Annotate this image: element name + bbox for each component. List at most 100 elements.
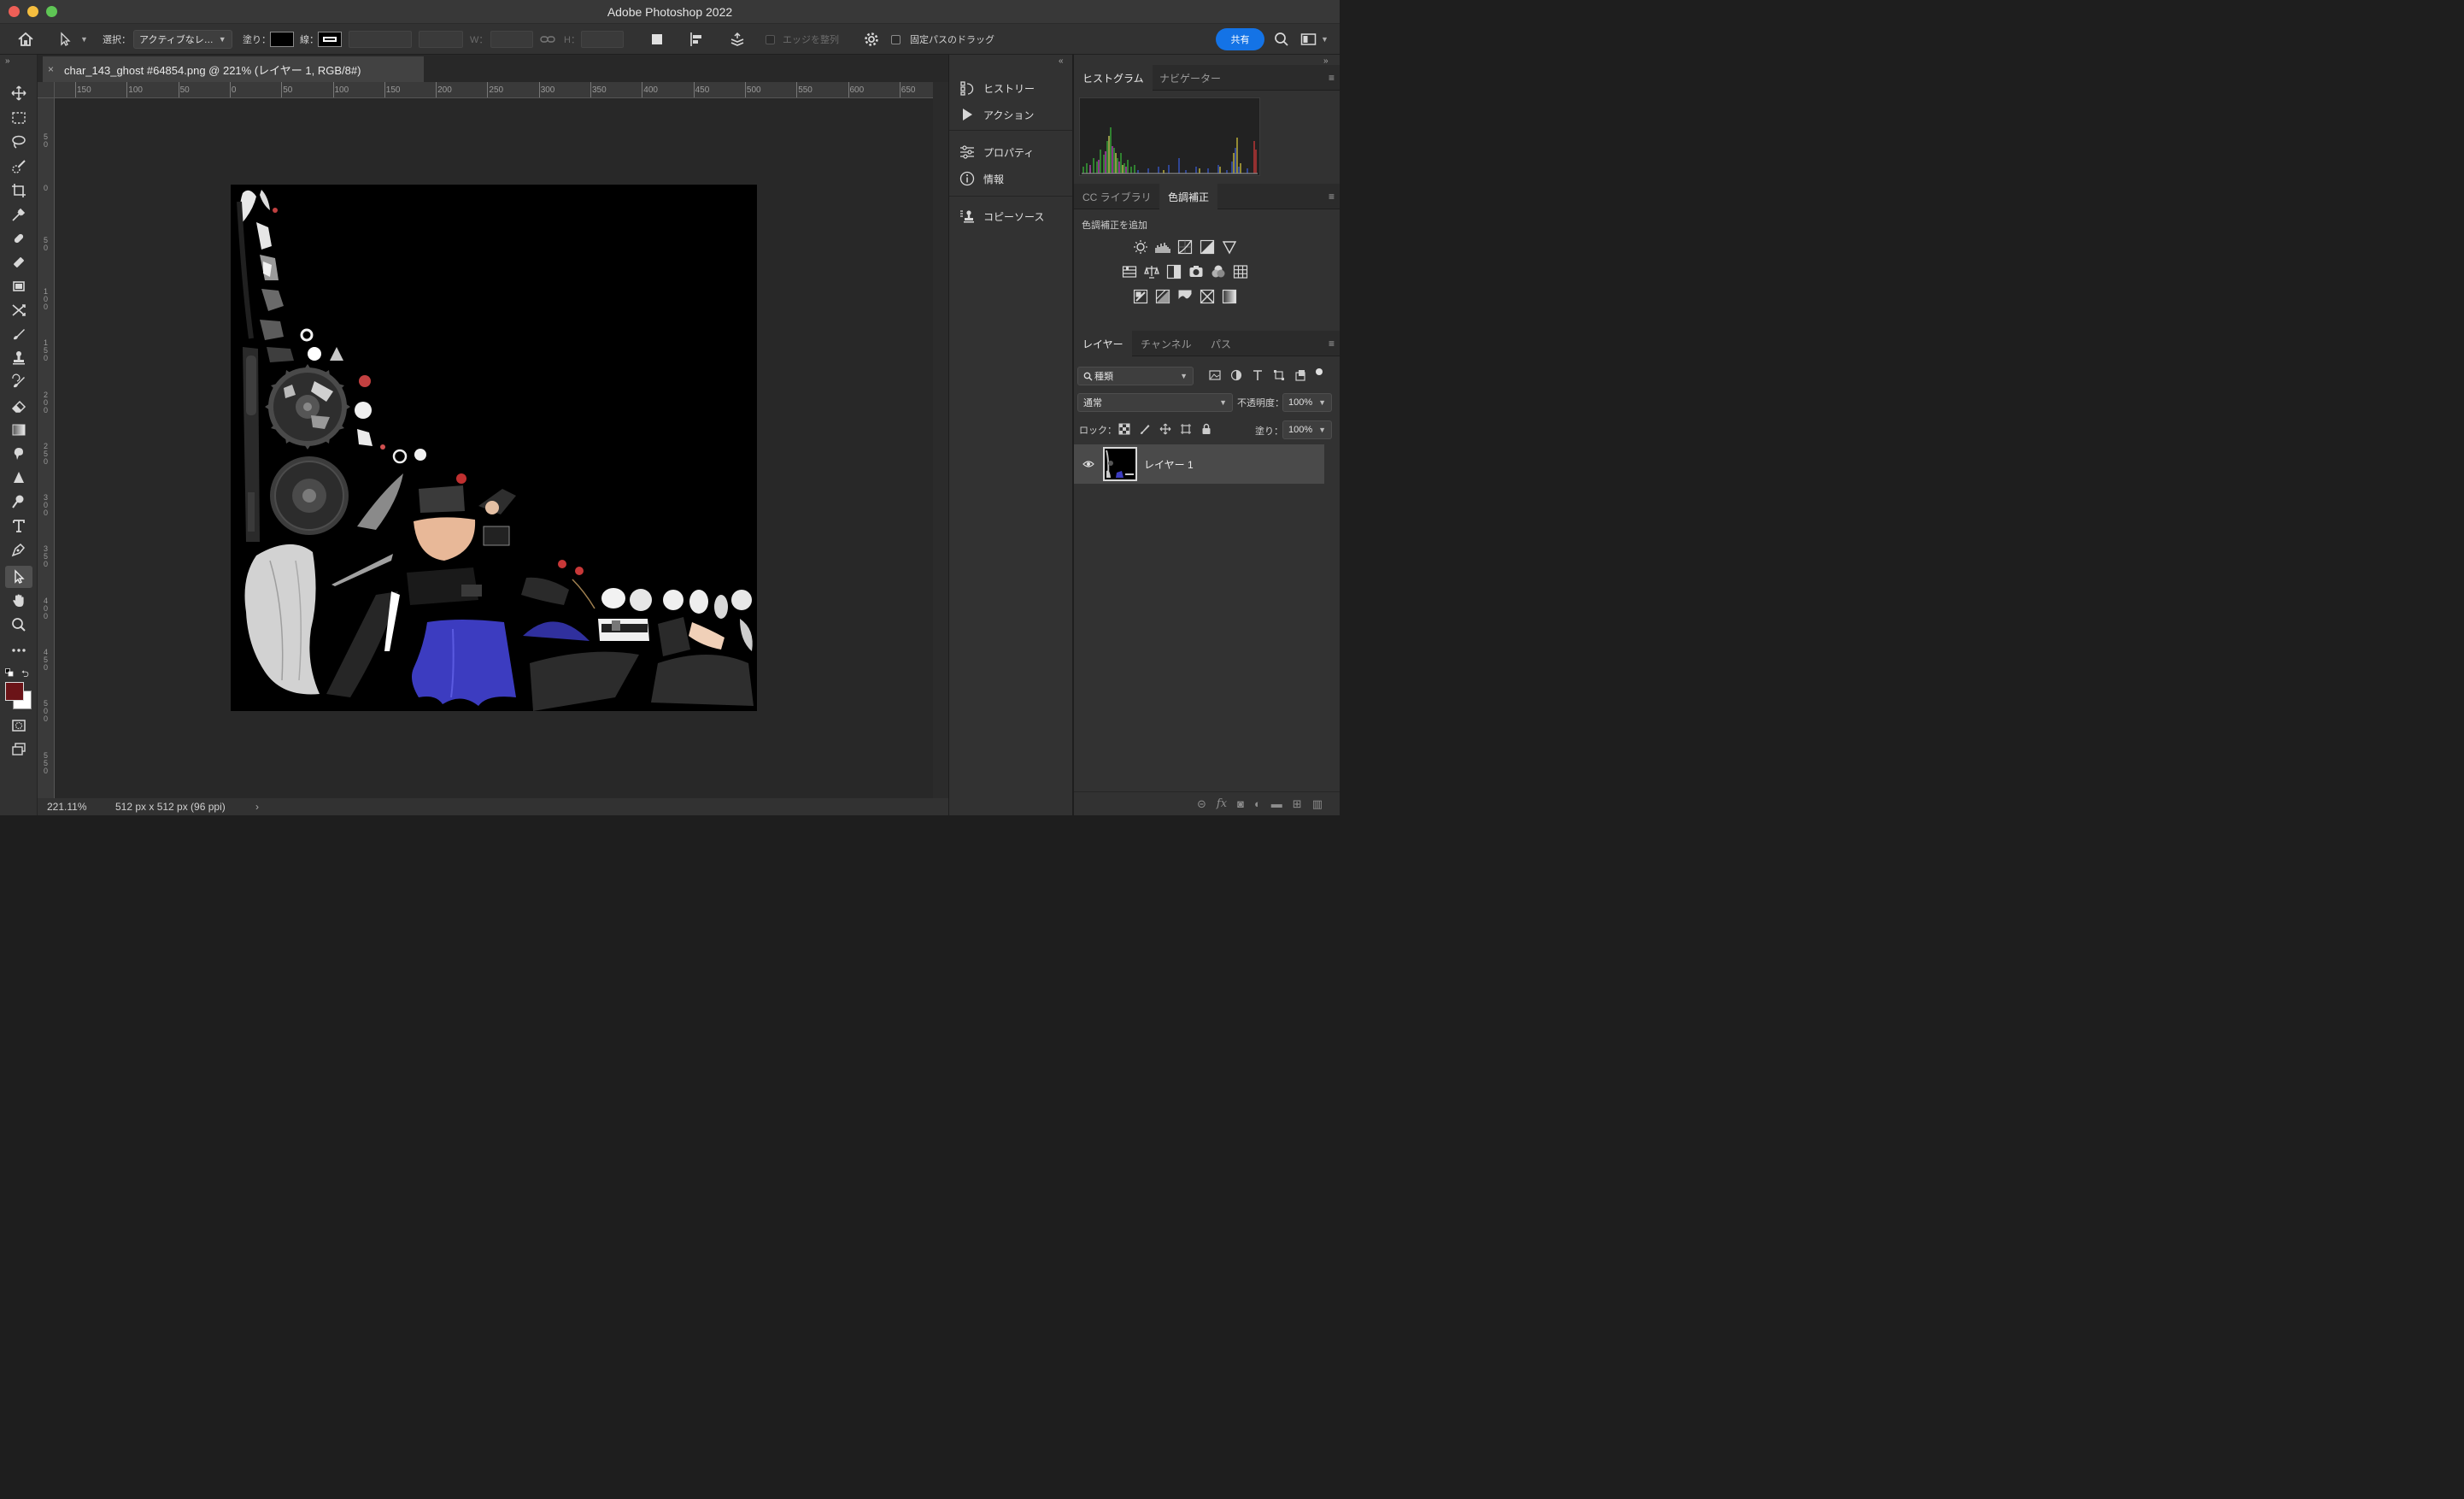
trash-icon[interactable]: ▥ [1312, 797, 1323, 811]
stroke-swatch[interactable] [318, 32, 342, 47]
fixed-path-drag-checkbox[interactable] [891, 34, 901, 44]
path-selection-tool-preset[interactable]: ▼ [58, 24, 88, 55]
eyedropper-tool-icon[interactable] [5, 203, 32, 226]
new-adjustment-layer-icon[interactable]: ◐ [1254, 797, 1261, 810]
canvas-area[interactable] [55, 98, 933, 798]
panel-menu-icon[interactable]: ≡ [1329, 72, 1335, 84]
brush-tool-icon[interactable] [5, 323, 32, 345]
channel-mixer-icon[interactable] [1211, 264, 1226, 279]
horizontal-ruler[interactable]: 150 100 50 0 50 100 150 200 250 300 350 400 450 500 55… [55, 82, 933, 98]
dodge-tool-icon[interactable] [5, 491, 32, 513]
width-input[interactable] [490, 31, 533, 48]
tab-cc-libraries[interactable]: CC ライブラリ [1074, 184, 1160, 209]
lasso-tool-icon[interactable] [5, 131, 32, 153]
eye-icon[interactable] [1082, 460, 1094, 468]
pen-tool-icon[interactable] [5, 538, 32, 561]
close-tab-icon[interactable]: × [48, 63, 54, 75]
curves-icon[interactable] [1177, 239, 1193, 255]
tab-adjustments[interactable]: 色調補正 [1159, 184, 1218, 209]
ruler-origin[interactable] [38, 82, 55, 98]
lock-position-icon[interactable] [1159, 423, 1171, 435]
hand-tool-icon[interactable] [5, 590, 32, 612]
panel-menu-icon[interactable]: ≡ [1329, 191, 1335, 203]
history-panel-button[interactable]: ヒストリー [949, 76, 1072, 100]
clone-stamp-icon[interactable] [5, 347, 32, 369]
hue-saturation-icon[interactable] [1122, 264, 1137, 279]
exposure-icon[interactable] [1200, 239, 1215, 255]
content-aware-move-icon[interactable] [5, 299, 32, 321]
brush-tool-alt-icon[interactable] [5, 251, 32, 273]
threshold-icon[interactable] [1177, 289, 1193, 304]
eraser-tool-icon[interactable] [5, 395, 32, 417]
photo-filter-icon[interactable] [1188, 264, 1204, 279]
layer-thumbnail[interactable] [1103, 447, 1137, 481]
stroke-width-input[interactable] [349, 31, 412, 48]
black-white-icon[interactable] [1166, 264, 1182, 279]
fill-swatch[interactable] [270, 32, 294, 47]
smudge-tool-icon[interactable] [5, 443, 32, 465]
spot-healing-brush-icon[interactable] [5, 227, 32, 250]
document-tab[interactable]: × char_143_ghost #64854.png @ 221% (レイヤー… [43, 56, 424, 82]
new-layer-icon[interactable]: ⊞ [1293, 797, 1302, 811]
new-group-icon[interactable]: ▬ [1271, 797, 1282, 810]
lock-artboard-icon[interactable] [1180, 423, 1192, 435]
actions-panel-button[interactable]: アクション [949, 103, 1072, 126]
vertical-scrollbar[interactable] [933, 82, 948, 798]
height-input[interactable] [581, 31, 624, 48]
move-tool-icon[interactable] [5, 82, 32, 104]
history-brush-icon[interactable] [5, 371, 32, 393]
share-button[interactable]: 共有 [1216, 28, 1264, 50]
posterize-icon[interactable] [1155, 289, 1170, 304]
collapse-dock-icon[interactable]: « [1059, 56, 1064, 66]
filter-adjustment-icon[interactable] [1230, 369, 1242, 381]
marquee-tool-icon[interactable] [5, 107, 32, 129]
sharpen-tool-icon[interactable] [5, 467, 32, 489]
opacity-field[interactable]: 100% ▼ [1282, 393, 1332, 412]
gear-icon[interactable] [863, 24, 880, 55]
filter-smart-object-icon[interactable] [1294, 369, 1306, 381]
color-lookup-icon[interactable] [1233, 264, 1248, 279]
quick-mask-icon[interactable] [5, 714, 32, 737]
invert-icon[interactable] [1133, 289, 1148, 304]
screen-mode-icon[interactable] [5, 738, 32, 761]
tab-channels[interactable]: チャンネル [1132, 331, 1200, 356]
workspace-icon[interactable]: ▼ [1300, 24, 1329, 55]
layer-style-fx-icon[interactable]: fx [1217, 797, 1227, 810]
swap-colors-icon[interactable]: ⮌ [21, 667, 29, 683]
gradient-tool-icon[interactable] [5, 419, 32, 441]
home-icon[interactable] [17, 24, 34, 55]
type-tool-icon[interactable] [5, 514, 32, 537]
foreground-color-swatch[interactable] [5, 682, 24, 701]
info-panel-button[interactable]: 情報 [949, 167, 1072, 191]
tab-layers[interactable]: レイヤー [1074, 331, 1132, 356]
panel-menu-icon[interactable]: ≡ [1329, 338, 1335, 350]
levels-icon[interactable] [1155, 239, 1170, 255]
status-menu-arrow[interactable]: › [255, 801, 259, 813]
path-selection-tool-icon[interactable] [5, 566, 32, 588]
selective-color-icon[interactable] [1200, 289, 1215, 304]
path-alignment-icon[interactable] [689, 24, 706, 55]
patch-tool-icon[interactable] [5, 275, 32, 297]
stroke-type-dropdown[interactable] [419, 31, 463, 48]
brightness-contrast-icon[interactable] [1133, 239, 1148, 255]
add-mask-icon[interactable]: ◙ [1237, 797, 1244, 810]
gradient-map-icon[interactable] [1222, 289, 1237, 304]
tab-histogram[interactable]: ヒストグラム [1074, 65, 1153, 91]
filter-pixel-icon[interactable] [1209, 369, 1221, 381]
vibrance-icon[interactable] [1222, 239, 1237, 255]
filter-shape-icon[interactable] [1273, 369, 1285, 381]
align-edges-checkbox[interactable] [766, 34, 775, 44]
layer-row[interactable]: レイヤー 1 [1074, 444, 1324, 484]
crop-tool-icon[interactable] [5, 179, 32, 202]
fill-field[interactable]: 100% ▼ [1282, 420, 1332, 439]
zoom-tool-icon[interactable] [5, 614, 32, 636]
vertical-ruler[interactable]: 5 0 0 5 0 1 0 0 1 5 0 2 0 0 2 5 0 3 0 0 3 5 0 4 0… [38, 82, 55, 798]
zoom-level[interactable]: 221.11% [47, 801, 86, 813]
lock-all-icon[interactable] [1200, 423, 1212, 435]
blend-mode-dropdown[interactable]: 通常 ▼ [1077, 393, 1233, 412]
filter-type-icon[interactable] [1252, 369, 1264, 381]
document-canvas[interactable] [231, 185, 757, 711]
tab-paths[interactable]: パス [1202, 331, 1240, 356]
path-operations-icon[interactable] [649, 24, 665, 55]
default-colors-icon[interactable] [5, 667, 14, 677]
